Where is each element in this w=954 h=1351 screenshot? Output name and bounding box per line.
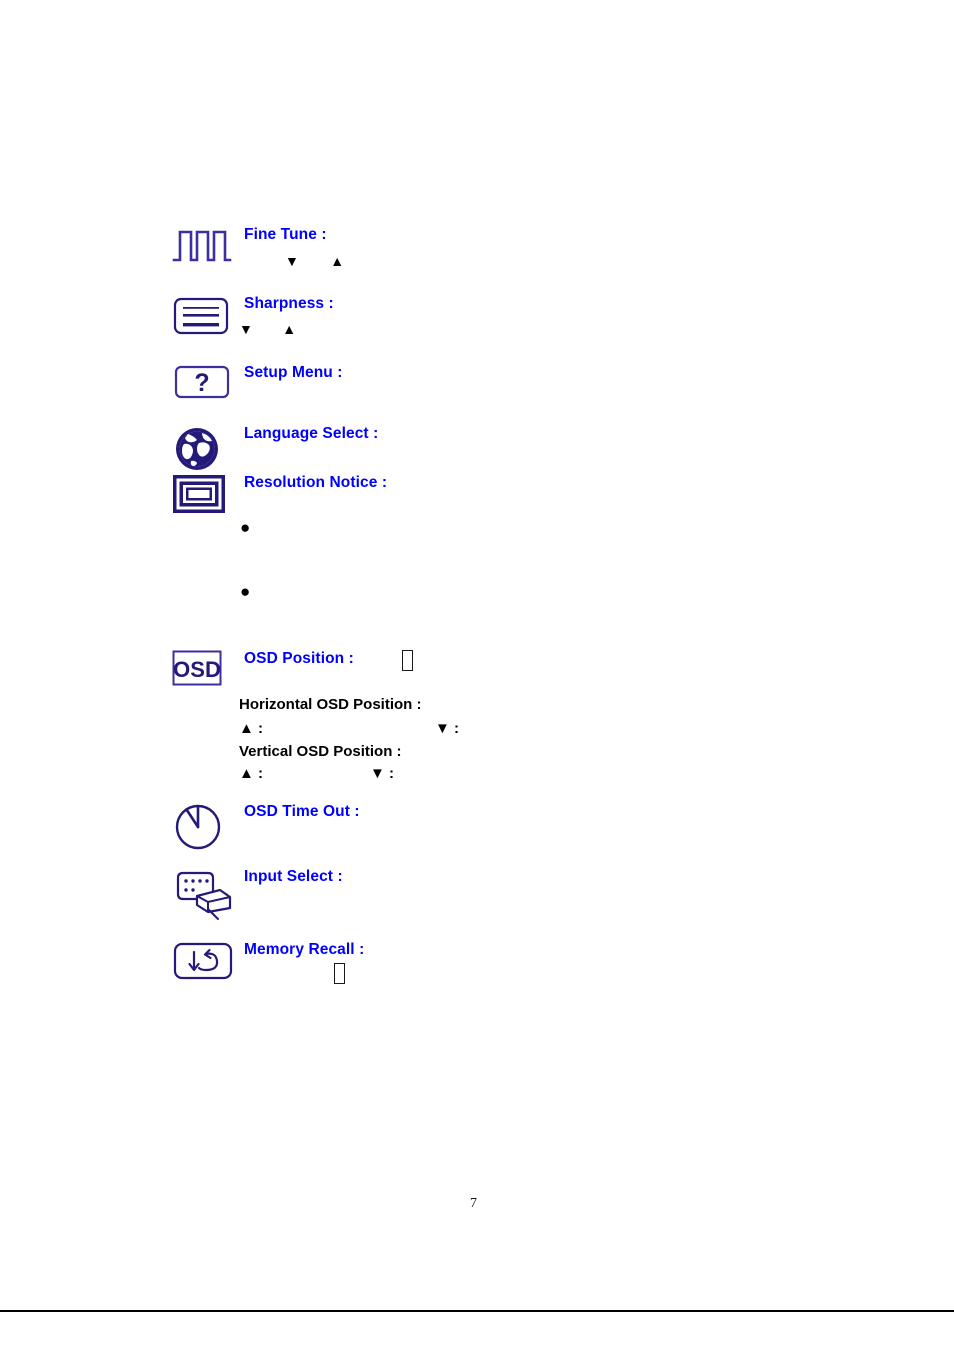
- connector-plug-icon: [172, 868, 238, 922]
- resolution-notice-bullet-1: ●: [240, 518, 251, 537]
- language-select-heading: Language Select :: [244, 425, 379, 442]
- horizontal-osd-position-down[interactable]: ▼ :: [435, 719, 459, 739]
- page-number: 7: [470, 1196, 477, 1211]
- resolution-notice-bullet-2: ●: [240, 582, 251, 601]
- square-wave-icon: [172, 226, 238, 266]
- entry-input-select: Input Select :: [172, 868, 343, 922]
- globe-icon: [172, 425, 238, 473]
- fine-tune-heading: Fine Tune :: [244, 226, 327, 243]
- vertical-osd-position-down[interactable]: ▼ :: [370, 764, 394, 784]
- osd-position-missing-glyph: [402, 650, 413, 671]
- osd-time-out-label-cell: OSD Time Out :: [238, 803, 360, 820]
- horizontal-osd-position-label: Horizontal OSD Position :: [239, 696, 422, 713]
- vertical-osd-position-label: Vertical OSD Position :: [239, 743, 402, 760]
- resolution-notice-label-cell: Resolution Notice :: [238, 474, 387, 491]
- footer-divider: [0, 1310, 954, 1312]
- manual-page: Fine Tune : ▼ ▲ Sharpness : ▼ ▲ ? Setup …: [0, 0, 954, 1351]
- question-mark-icon: ?: [172, 364, 238, 402]
- fine-tune-label-cell: Fine Tune :: [238, 226, 327, 243]
- input-select-label-cell: Input Select :: [238, 868, 343, 885]
- memory-recall-label-cell: Memory Recall :: [238, 941, 364, 958]
- sharpness-up-arrow-icon[interactable]: ▲: [282, 321, 296, 337]
- svg-text:OSD: OSD: [173, 657, 221, 682]
- sharpness-down-arrow-icon[interactable]: ▼: [239, 321, 253, 337]
- entry-resolution-notice: Resolution Notice :: [172, 474, 387, 516]
- fine-tune-up-arrow-icon[interactable]: ▲: [330, 253, 344, 269]
- entry-osd-time-out: OSD Time Out :: [172, 803, 360, 851]
- input-select-heading: Input Select :: [244, 868, 343, 885]
- fine-tune-controls: ▼ ▲: [285, 253, 344, 270]
- memory-recall-heading: Memory Recall :: [244, 941, 365, 958]
- horizontal-osd-position-up[interactable]: ▲ :: [239, 719, 263, 739]
- sharpness-controls: ▼ ▲: [239, 321, 296, 338]
- setup-menu-heading: Setup Menu :: [244, 364, 343, 381]
- resolution-notice-heading: Resolution Notice :: [244, 474, 388, 491]
- entry-setup-menu: ? Setup Menu :: [172, 364, 343, 402]
- osd-time-out-heading: OSD Time Out :: [244, 803, 360, 820]
- language-select-label-cell: Language Select :: [238, 425, 378, 442]
- sharpness-label-cell: Sharpness :: [238, 295, 334, 312]
- osd-position-label-cell: OSD Position :: [238, 650, 354, 667]
- vertical-osd-position-up[interactable]: ▲ :: [239, 764, 263, 784]
- monitor-frame-icon: [172, 474, 238, 516]
- entry-language-select: Language Select :: [172, 425, 378, 473]
- sharpness-lines-icon: [172, 295, 238, 339]
- memory-recall-missing-glyph: [334, 963, 345, 984]
- svg-text:?: ?: [194, 369, 209, 397]
- clock-icon: [172, 803, 238, 851]
- osd-badge-icon: OSD: [172, 650, 238, 688]
- fine-tune-down-arrow-icon[interactable]: ▼: [285, 253, 299, 269]
- sharpness-heading: Sharpness :: [244, 295, 334, 312]
- entry-osd-position: OSD OSD Position :: [172, 650, 354, 688]
- osd-position-heading: OSD Position :: [244, 650, 354, 667]
- setup-menu-label-cell: Setup Menu :: [238, 364, 343, 381]
- recall-arrow-icon: [172, 941, 238, 985]
